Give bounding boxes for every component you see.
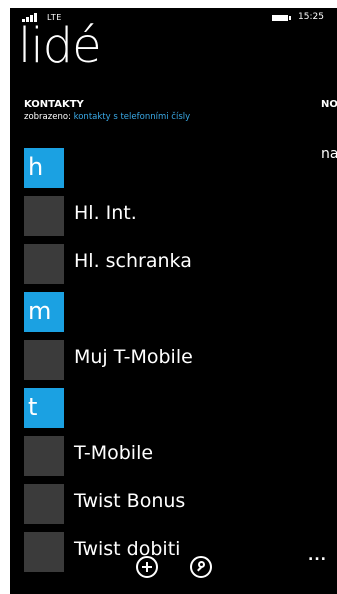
- avatar: [24, 484, 64, 524]
- contact-name[interactable]: Twist Bonus: [74, 490, 185, 512]
- search-icon[interactable]: [190, 556, 212, 578]
- group-header-t[interactable]: t: [24, 388, 314, 428]
- contact-item[interactable]: Hl. schranka: [24, 244, 314, 284]
- contact-item[interactable]: Twist Bonus: [24, 484, 314, 524]
- avatar: [24, 244, 64, 284]
- contact-name[interactable]: Muj T-Mobile: [74, 346, 193, 368]
- avatar: [24, 196, 64, 236]
- battery-icon: [272, 15, 291, 21]
- contact-name[interactable]: Hl. schranka: [74, 250, 192, 272]
- more-menu-button[interactable]: ...: [308, 548, 327, 564]
- app-bar: ...: [10, 548, 337, 594]
- pivot-header-next[interactable]: NO: [321, 99, 337, 110]
- group-header-m[interactable]: m: [24, 292, 314, 332]
- group-header-h[interactable]: h: [24, 148, 314, 188]
- contact-item[interactable]: Muj T-Mobile: [24, 340, 314, 380]
- pivot-next-content: na: [321, 146, 337, 162]
- filter-prefix: zobrazeno:: [24, 112, 74, 122]
- app-title: lidé: [18, 18, 102, 74]
- contact-item[interactable]: Hl. Int.: [24, 196, 314, 236]
- group-letter-tile[interactable]: t: [24, 388, 64, 428]
- group-letter-tile[interactable]: m: [24, 292, 64, 332]
- contact-name[interactable]: Hl. Int.: [74, 202, 137, 224]
- contact-name[interactable]: T-Mobile: [74, 442, 153, 464]
- filter-link[interactable]: kontakty s telefonními čísly: [74, 112, 191, 122]
- contact-item[interactable]: T-Mobile: [24, 436, 314, 476]
- pivot-header-contacts[interactable]: KONTAKTY: [24, 99, 84, 110]
- filter-line: zobrazeno: kontakty s telefonními čísly: [24, 112, 190, 122]
- avatar: [24, 340, 64, 380]
- clock: 15:25: [298, 12, 324, 22]
- avatar: [24, 436, 64, 476]
- add-icon[interactable]: [136, 556, 158, 578]
- group-letter-tile[interactable]: h: [24, 148, 64, 188]
- phone-screen: LTE 15:25 lidé KONTAKTY zobrazeno: konta…: [10, 8, 337, 594]
